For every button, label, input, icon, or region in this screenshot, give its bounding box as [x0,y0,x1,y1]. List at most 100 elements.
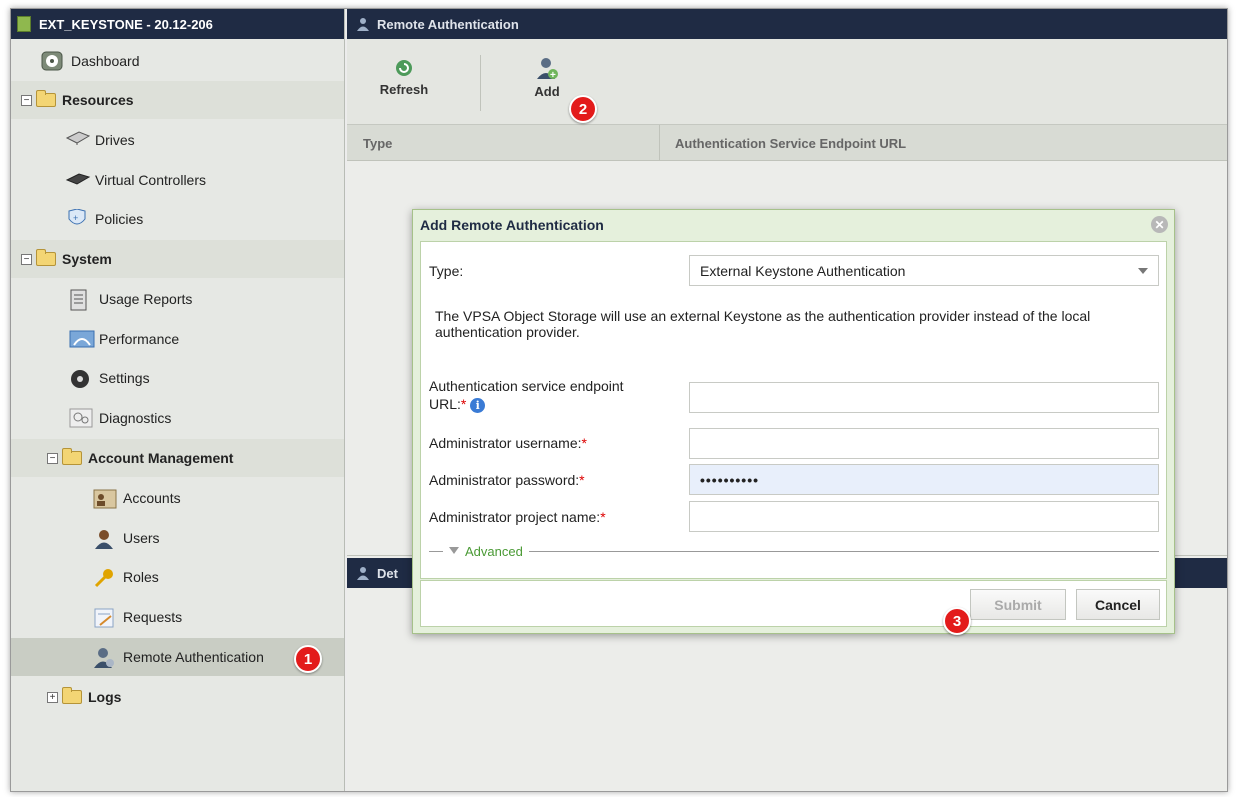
sidebar-item-accounts[interactable]: Accounts [11,479,344,517]
vpsa-logo-icon [17,16,31,32]
required-marker: * [579,472,585,488]
request-form-icon [93,607,117,628]
sidebar: EXT_KEYSTONE - 20.12-206 Dashboard − Res… [11,9,345,791]
gear-icon [69,368,93,388]
endpoint-url-label: Authentication service endpoint URL:* i [429,378,624,413]
collapse-toggle-icon[interactable]: − [47,452,58,464]
admin-password-input[interactable]: •••••••••• [689,464,1159,495]
close-icon[interactable]: ✕ [1151,216,1168,233]
admin-password-label: Administrator password:* [429,472,585,488]
refresh-icon [396,60,412,76]
folder-icon [62,687,82,704]
sidebar-item-label: Drives [95,132,135,148]
folder-icon [36,90,56,107]
step-badge-3: 3 [943,607,971,635]
type-select[interactable]: External Keystone Authentication [689,255,1159,286]
refresh-label: Refresh [379,82,429,97]
controller-icon [65,170,91,190]
sidebar-item-usage-reports[interactable]: Usage Reports [11,280,344,318]
type-description: The VPSA Object Storage will use an exte… [435,308,1091,340]
remote-user-icon [357,567,369,580]
sidebar-item-dashboard[interactable]: Dashboard [11,42,344,80]
required-marker: * [600,509,606,525]
expand-toggle-icon[interactable]: + [47,691,58,703]
type-label: Type: [429,263,464,279]
add-button[interactable]: + Add [517,57,577,99]
page-title: Remote Authentication [377,16,519,32]
column-endpoint-url[interactable]: Authentication Service Endpoint URL [675,125,906,161]
sidebar-item-drives[interactable]: Drives [11,121,344,159]
remote-user-icon [357,18,369,31]
sidebar-group-logs[interactable]: + Logs [11,678,344,716]
advanced-label: Advanced [465,543,523,559]
info-icon[interactable]: i [470,397,486,413]
performance-gauge-icon [69,329,95,349]
triangle-down-icon [449,547,459,554]
sidebar-item-label: Performance [99,331,180,347]
sidebar-group-label: System [62,251,112,267]
sidebar-group-system[interactable]: − System [11,240,344,278]
dialog-header: Add Remote Authentication ✕ [413,210,1174,240]
sidebar-item-label: Virtual Controllers [95,172,207,188]
sidebar-item-label: Remote Authentication [123,649,264,665]
sidebar-item-roles[interactable]: Roles [11,558,344,596]
collapse-toggle-icon[interactable]: − [21,94,32,106]
admin-project-label: Administrator project name:* [429,509,606,525]
sidebar-group-label: Resources [62,92,134,108]
refresh-button[interactable]: Refresh [361,57,447,97]
sidebar-item-users[interactable]: Users [11,519,344,557]
key-icon [93,567,117,588]
sidebar-item-label: Settings [99,370,150,386]
sidebar-title: EXT_KEYSTONE - 20.12-206 [39,16,213,32]
sidebar-item-label: Roles [123,569,159,585]
sidebar-item-policies[interactable]: + Policies [11,200,344,238]
add-label: Add [534,84,560,99]
sidebar-item-label: Policies [95,211,144,227]
main-title-bar: Remote Authentication [347,9,1227,39]
collapse-toggle-icon[interactable]: − [21,253,32,265]
admin-project-input[interactable] [689,501,1159,532]
chevron-down-icon [1138,268,1148,274]
required-marker: * [460,396,467,412]
required-marker: * [581,435,587,451]
folder-icon [36,249,56,266]
add-remote-authentication-dialog: Add Remote Authentication ✕ Type: Extern… [412,209,1175,634]
step-badge-2: 2 [569,95,597,123]
admin-username-label: Administrator username:* [429,435,587,451]
folder-icon [62,448,82,465]
endpoint-url-input[interactable] [689,382,1159,413]
sidebar-group-account-management[interactable]: − Account Management [11,439,344,477]
details-title: Det [377,565,398,581]
sidebar-item-label: Dashboard [71,53,140,69]
remote-user-icon [93,647,117,668]
step-badge-1: 1 [294,645,322,673]
accounts-icon [93,488,117,509]
column-type[interactable]: Type [363,125,392,161]
admin-username-input[interactable] [689,428,1159,459]
dialog-body: Type: External Keystone Authentication T… [420,241,1167,579]
sidebar-item-label: Accounts [123,490,181,506]
cancel-button[interactable]: Cancel [1076,589,1160,620]
svg-text:+: + [73,213,78,223]
submit-button[interactable]: Submit [970,589,1066,620]
sidebar-item-requests[interactable]: Requests [11,598,344,636]
grid-header: Type Authentication Service Endpoint URL [347,125,1227,161]
drive-icon [65,130,91,150]
sidebar-group-resources[interactable]: − Resources [11,81,344,119]
type-select-value: External Keystone Authentication [700,262,906,279]
sidebar-group-label: Logs [88,689,122,705]
sidebar-title-bar: EXT_KEYSTONE - 20.12-206 [11,9,344,39]
sidebar-item-diagnostics[interactable]: Diagnostics [11,399,344,437]
column-divider [659,125,660,161]
sidebar-item-virtual-controllers[interactable]: Virtual Controllers [11,161,344,199]
toolbar: Refresh + Add [347,39,1227,125]
user-icon [93,528,117,549]
app-window: EXT_KEYSTONE - 20.12-206 Dashboard − Res… [10,8,1228,792]
sidebar-item-performance[interactable]: Performance [11,320,344,358]
sidebar-item-label: Usage Reports [99,291,193,307]
sidebar-item-settings[interactable]: Settings [11,359,344,397]
add-user-icon: + [537,58,558,81]
advanced-section-toggle[interactable]: Advanced [429,543,1159,559]
report-icon [69,289,93,311]
dialog-title: Add Remote Authentication [420,217,604,233]
